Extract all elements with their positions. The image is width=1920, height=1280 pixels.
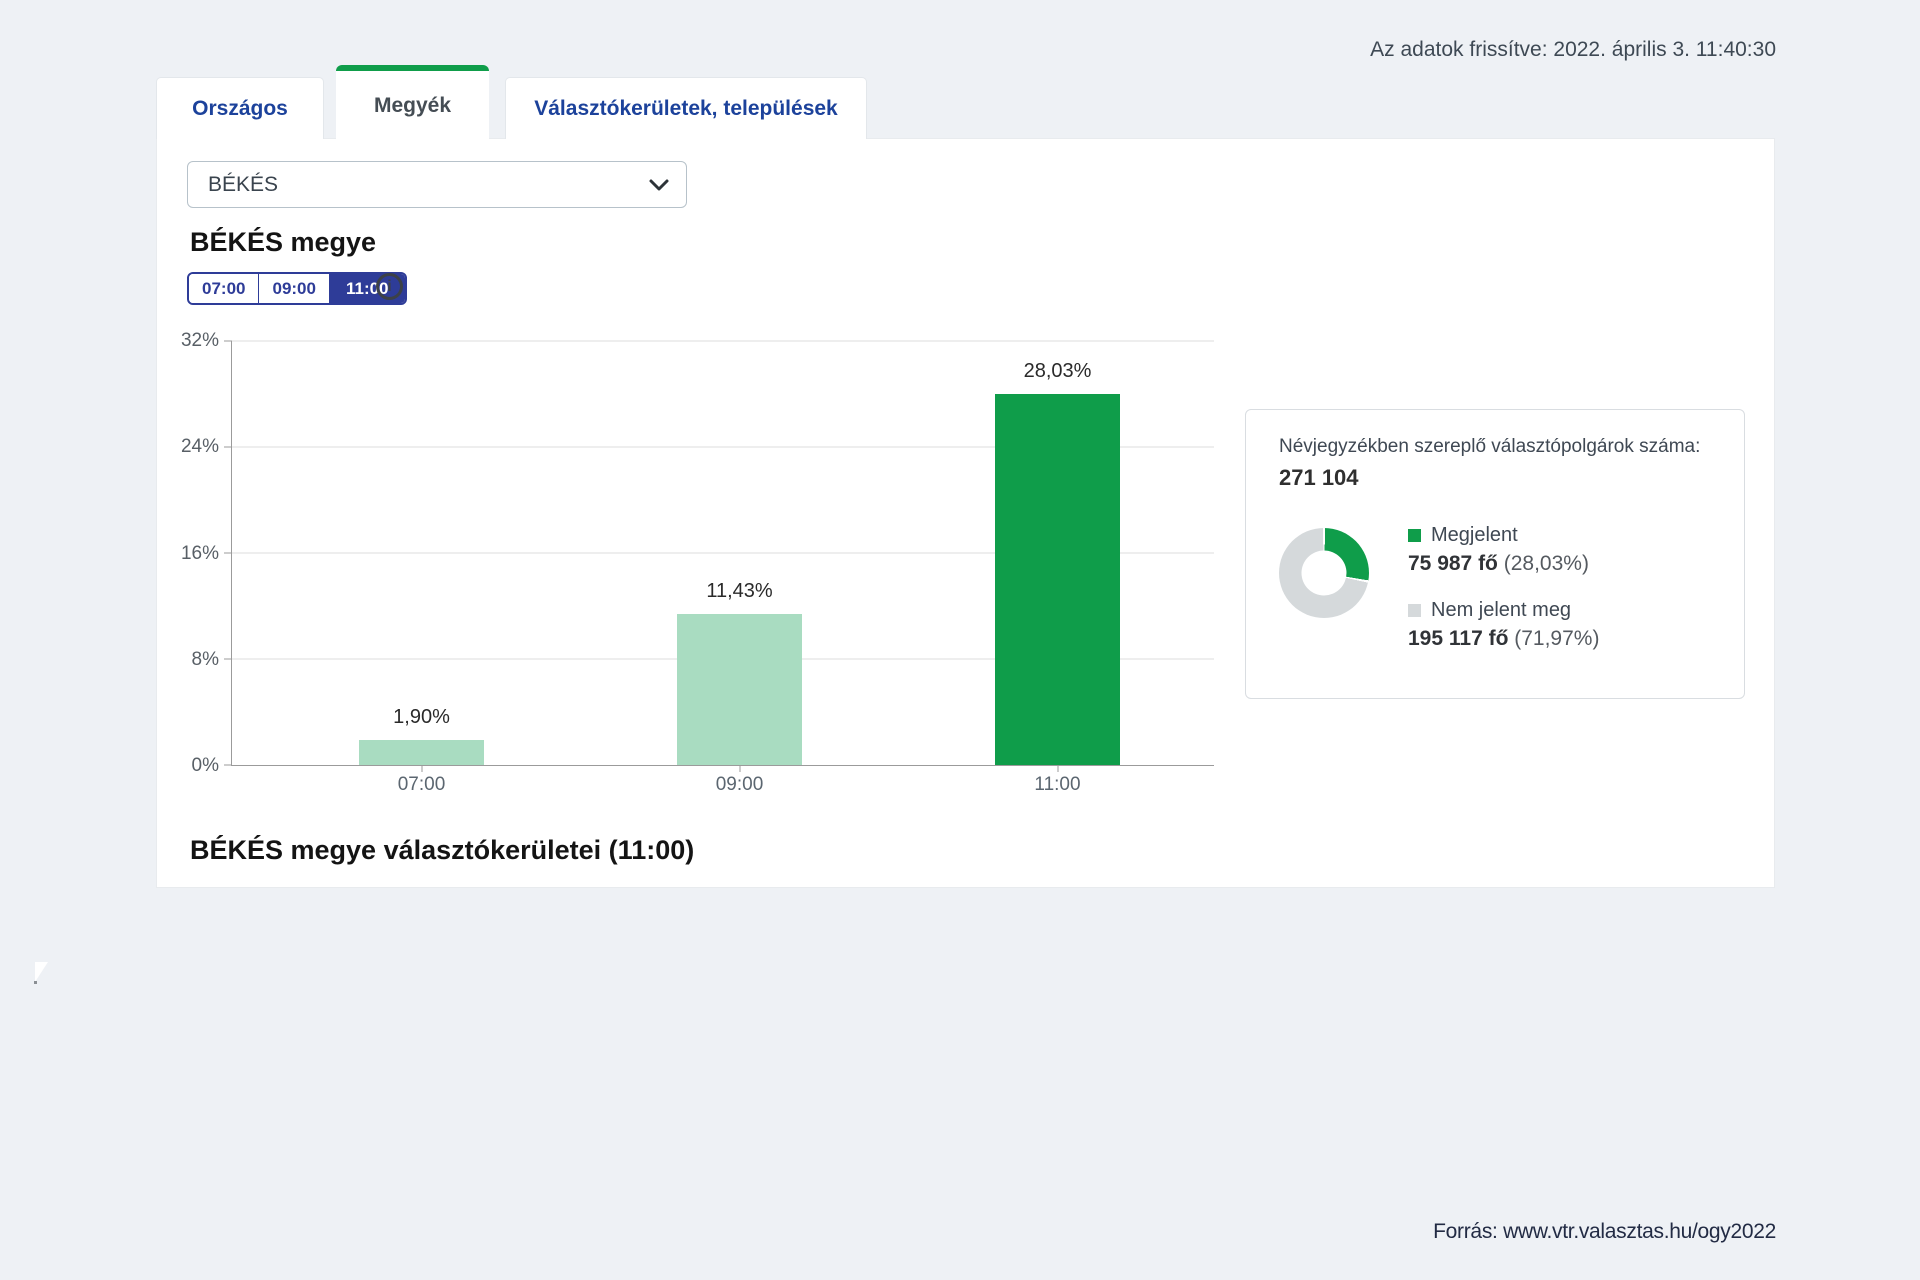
- y-tick-label: 32%: [181, 330, 219, 352]
- info-icon[interactable]: i: [376, 273, 403, 300]
- bar-11:00[interactable]: [995, 394, 1120, 765]
- legend-label: Megjelent: [1431, 524, 1518, 547]
- voters-summary-card: Névjegyzékben szereplő választópolgárok …: [1245, 409, 1745, 699]
- county-select-value: BÉKÉS: [208, 173, 278, 197]
- summary-total: 271 104: [1279, 465, 1359, 491]
- tab-megyek[interactable]: Megyék: [336, 65, 489, 140]
- x-tick-mark: [421, 765, 422, 772]
- bar-value-label: 28,03%: [1024, 360, 1092, 383]
- donut-legend: Megjelent 75 987 fő (28,03%) Nem jelent …: [1408, 524, 1599, 674]
- donut-chart: [1279, 528, 1369, 618]
- legend-pct: (71,97%): [1514, 627, 1599, 650]
- legend-swatch-green: [1408, 529, 1421, 542]
- y-tick-mark: [224, 341, 232, 342]
- x-tick-label: 07:00: [398, 774, 446, 796]
- time-toggle-0900[interactable]: 09:00: [259, 274, 329, 303]
- bar-09:00[interactable]: [677, 614, 802, 765]
- y-axis-labels: 0%8%16%24%32%: [157, 341, 219, 766]
- y-tick-label: 24%: [181, 436, 219, 458]
- y-tick-label: 8%: [192, 649, 219, 671]
- legend-label: Nem jelent meg: [1431, 599, 1571, 622]
- toggle-label: 09:00: [272, 279, 315, 299]
- gridline: [232, 341, 1214, 342]
- y-tick-label: 16%: [181, 543, 219, 565]
- toggle-label: 07:00: [202, 279, 245, 299]
- tab-label: Megyék: [374, 94, 451, 118]
- bar-value-label: 11,43%: [706, 580, 772, 603]
- tab-label: Választókerületek, települések: [534, 97, 838, 121]
- content-panel: BÉKÉS BÉKÉS megye 07:00 09:00 11:00 i 0%…: [156, 138, 1775, 888]
- y-tick-mark: [224, 659, 232, 660]
- tab-bar: Országos Megyék Választókerületek, telep…: [156, 64, 867, 139]
- legend-swatch-gray: [1408, 604, 1421, 617]
- donut-hole: [1302, 551, 1347, 596]
- county-title: BÉKÉS megye: [190, 227, 376, 258]
- bar-value-label: 1,90%: [393, 706, 450, 729]
- tab-orszagos[interactable]: Országos: [156, 77, 324, 139]
- districts-title: BÉKÉS megye választókerületei (11:00): [190, 835, 694, 866]
- tab-label: Országos: [192, 97, 288, 121]
- x-tick-label: 09:00: [716, 774, 764, 796]
- legend-value: 195 117 fő: [1408, 627, 1508, 650]
- x-tick-mark: [739, 765, 740, 772]
- legend-value: 75 987 fő: [1408, 552, 1498, 575]
- legend-item-nem-jelent-meg: Nem jelent meg 195 117 fő (71,97%): [1408, 599, 1599, 651]
- source-caption: Forrás: www.vtr.valasztas.hu/ogy2022: [1433, 1220, 1776, 1244]
- legend-item-megjelent: Megjelent 75 987 fő (28,03%): [1408, 524, 1599, 576]
- render-artifact-triangle: [35, 962, 48, 982]
- data-updated-timestamp: Az adatok frissítve: 2022. április 3. 11…: [1370, 38, 1776, 62]
- y-tick-mark: [224, 553, 232, 554]
- time-toggle-0700[interactable]: 07:00: [189, 274, 259, 303]
- time-toggle-group: 07:00 09:00 11:00: [187, 272, 407, 305]
- x-tick-label: 11:00: [1034, 774, 1080, 796]
- county-select[interactable]: BÉKÉS: [187, 161, 687, 208]
- info-icon-glyph: i: [387, 278, 391, 296]
- legend-pct: (28,03%): [1504, 552, 1589, 575]
- render-artifact-dot: [34, 981, 37, 984]
- page: Az adatok frissítve: 2022. április 3. 11…: [0, 0, 1920, 1280]
- summary-title: Névjegyzékben szereplő választópolgárok …: [1279, 436, 1700, 458]
- bar-07:00[interactable]: [359, 740, 484, 765]
- y-tick-mark: [224, 447, 232, 448]
- y-tick-label: 0%: [192, 755, 219, 777]
- bar-chart-plot: 1,90%07:0011,43%09:0028,03%11:00: [231, 341, 1214, 766]
- chevron-down-icon: [648, 178, 670, 192]
- tab-valasztokeruletek[interactable]: Választókerületek, települések: [505, 77, 867, 139]
- y-tick-mark: [224, 765, 232, 766]
- x-tick-mark: [1057, 765, 1058, 772]
